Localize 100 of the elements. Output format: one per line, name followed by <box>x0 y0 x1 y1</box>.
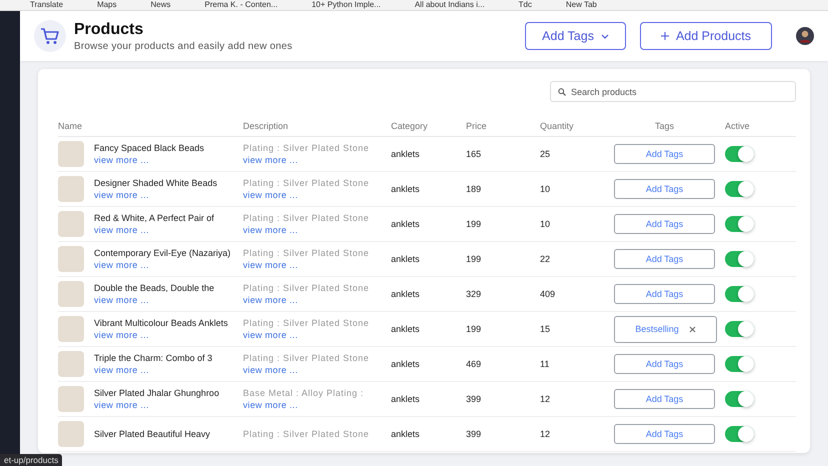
price-cell: 469 <box>466 359 482 369</box>
product-description: Plating : Silver Plated Stone <box>243 283 370 293</box>
price-cell: 165 <box>466 149 482 159</box>
product-description: Plating : Silver Plated Stone <box>243 213 370 223</box>
column-header: Price <box>466 121 487 131</box>
product-name: Double the Beads, Double the <box>94 283 214 293</box>
price-cell: 189 <box>466 184 482 194</box>
product-name: Red & White, A Perfect Pair of <box>94 213 214 223</box>
category-cell: anklets <box>391 289 420 299</box>
view-more-link[interactable]: view more ... <box>243 225 370 235</box>
view-more-link[interactable]: view more ... <box>94 330 228 340</box>
add-tags-button[interactable]: Add Tags <box>614 389 715 409</box>
view-more-link[interactable]: view more ... <box>94 190 218 200</box>
bookmark-link[interactable]: Maps <box>97 0 117 10</box>
view-more-link[interactable]: view more ... <box>243 330 370 340</box>
photo-placeholder <box>58 316 84 342</box>
bookmark-link[interactable]: All about Indians i... <box>414 0 485 10</box>
product-description: Plating : Silver Plated Stone <box>243 143 370 153</box>
bookmark-link[interactable]: New Tab <box>566 0 597 10</box>
price-cell: 329 <box>466 289 482 299</box>
quantity-cell: 12 <box>540 394 550 404</box>
price-cell: 199 <box>466 219 482 229</box>
category-cell: anklets <box>391 184 420 194</box>
view-more-link[interactable]: view more ... <box>243 295 370 305</box>
product-name: Triple the Charm: Combo of 3 <box>94 353 212 363</box>
view-more-link[interactable]: view more ... <box>94 225 214 235</box>
active-toggle[interactable] <box>725 426 754 442</box>
active-toggle[interactable] <box>725 146 754 162</box>
view-more-link[interactable]: view more ... <box>243 260 370 270</box>
view-more-link[interactable]: view more ... <box>243 155 370 165</box>
active-toggle[interactable] <box>725 286 754 302</box>
photo-placeholder <box>58 281 84 307</box>
active-toggle[interactable] <box>725 251 754 267</box>
add-tags-button[interactable]: Add Tags <box>614 284 715 304</box>
product-name: Silver Plated Jhalar Ghunghroo <box>94 388 220 398</box>
view-more-link[interactable]: view more ... <box>243 365 370 375</box>
product-description: Base Metal : Alloy Plating : <box>243 388 364 398</box>
tag-chip[interactable]: Bestselling <box>614 316 717 342</box>
add-products-button[interactable]: Add Products <box>640 22 772 50</box>
photo-placeholder <box>58 421 84 447</box>
status-url: et-up/products <box>0 454 62 466</box>
category-cell: anklets <box>391 254 420 264</box>
quantity-cell: 10 <box>540 184 550 194</box>
product-description: Plating : Silver Plated Stone <box>243 353 370 363</box>
view-more-link[interactable]: view more ... <box>243 190 370 200</box>
bookmark-link[interactable]: Prema K. - Conten... <box>204 0 278 10</box>
add-tags-dropdown[interactable]: Add Tags <box>525 22 626 50</box>
price-cell: 399 <box>466 429 482 439</box>
search-field[interactable]: Search products <box>550 81 796 102</box>
view-more-link[interactable]: view more ... <box>94 155 204 165</box>
product-name: Vibrant Multicolour Beads Anklets <box>94 318 228 328</box>
add-tags-button[interactable]: Add Tags <box>614 179 715 199</box>
plus-icon <box>660 32 669 40</box>
column-header: Quantity <box>540 121 574 131</box>
view-more-link[interactable]: view more ... <box>243 400 364 410</box>
category-cell: anklets <box>391 429 420 439</box>
category-cell: anklets <box>391 149 420 159</box>
active-toggle[interactable] <box>725 181 754 197</box>
add-tags-button[interactable]: Add Tags <box>614 249 715 269</box>
quantity-cell: 11 <box>540 359 550 369</box>
view-more-link[interactable]: view more ... <box>94 365 212 375</box>
add-tags-button[interactable]: Add Tags <box>614 144 715 164</box>
cart-icon <box>34 20 66 52</box>
bookmark-link[interactable]: 10+ Python Imple... <box>312 0 381 10</box>
active-toggle[interactable] <box>725 321 754 337</box>
bookmark-link[interactable]: Tdc <box>518 0 532 10</box>
close-icon[interactable] <box>688 326 696 332</box>
view-more-link[interactable]: view more ... <box>94 260 231 270</box>
photo-placeholder <box>58 246 84 272</box>
product-name: Fancy Spaced Black Beads <box>94 143 204 153</box>
active-toggle[interactable] <box>725 391 754 407</box>
quantity-cell: 10 <box>540 219 550 229</box>
quantity-cell: 22 <box>540 254 550 264</box>
product-name: Contemporary Evil-Eye (Nazariya) <box>94 248 231 258</box>
price-cell: 199 <box>466 324 482 334</box>
column-header: Description <box>243 121 288 131</box>
add-tags-button[interactable]: Add Tags <box>614 354 715 374</box>
product-description: Plating : Silver Plated Stone <box>243 178 370 188</box>
bookmark-link[interactable]: Translate <box>30 0 64 10</box>
view-more-link[interactable]: view more ... <box>94 295 214 305</box>
page-subtitle: Browse your products and easily add new ones <box>74 40 294 52</box>
product-description: Plating : Silver Plated Stone <box>243 318 370 328</box>
column-header: Name <box>58 121 82 131</box>
product-name: Designer Shaded White Beads <box>94 178 218 188</box>
active-toggle[interactable] <box>725 216 754 232</box>
bookmark-link[interactable]: News <box>150 0 171 10</box>
column-header: Active <box>725 121 750 131</box>
photo-placeholder <box>58 351 84 377</box>
avatar-icon[interactable] <box>796 27 814 45</box>
photo-placeholder <box>58 211 84 237</box>
column-header: Tags <box>654 120 675 133</box>
quantity-cell: 12 <box>540 429 550 439</box>
add-tags-button[interactable]: Add Tags <box>614 214 715 234</box>
price-cell: 399 <box>466 394 482 404</box>
view-more-link[interactable]: view more ... <box>94 400 220 410</box>
active-toggle[interactable] <box>725 356 754 372</box>
tag-label: Bestselling <box>635 324 679 334</box>
chevron-down-icon <box>600 34 609 38</box>
quantity-cell: 15 <box>540 324 550 334</box>
add-tags-button[interactable]: Add Tags <box>614 424 715 444</box>
